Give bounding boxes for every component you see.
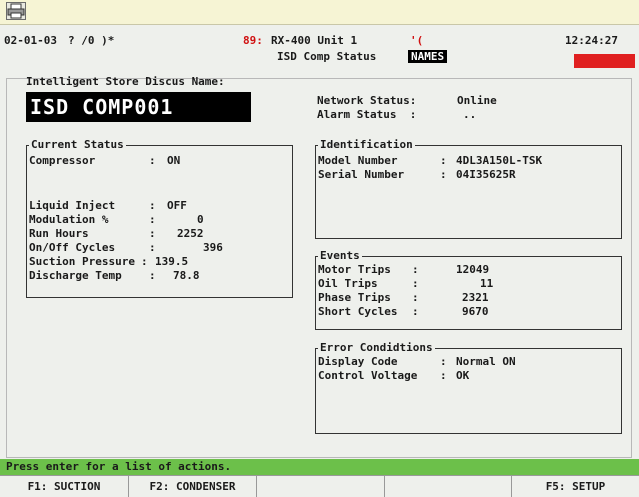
serial-number-value: 04I35625R xyxy=(456,168,516,181)
header-flags: ? /0 )* xyxy=(68,34,115,47)
on-off-cycles-sep: : xyxy=(149,241,156,254)
short-cycles-sep: : xyxy=(412,305,419,318)
control-voltage-value: OK xyxy=(456,369,470,382)
control-voltage-label: Control Voltage xyxy=(318,369,418,382)
short-cycles-label: Short Cycles xyxy=(318,305,398,318)
run-hours-sep: : xyxy=(149,227,156,240)
names-badge[interactable]: NAMES xyxy=(408,50,448,63)
printer-icon[interactable] xyxy=(6,2,26,20)
current-status-panel: Current Status Compressor : ON Liquid In… xyxy=(26,138,293,298)
signal-indicator: '( xyxy=(410,34,424,47)
error-conditions-panel: Error Condidtions Display Code : Normal … xyxy=(315,341,622,434)
store-name-field[interactable]: ISD COMP001 xyxy=(26,92,251,122)
display-code-sep: : xyxy=(440,355,447,368)
display-code-value: Normal ON xyxy=(456,355,516,368)
model-number-sep: : xyxy=(440,154,447,167)
phase-trips-sep: : xyxy=(412,291,419,304)
oil-trips-label: Oil Trips xyxy=(318,277,378,290)
compressor-label: Compressor xyxy=(29,154,96,167)
short-cycles-value: 9670 xyxy=(462,305,489,318)
f3-button[interactable] xyxy=(257,476,385,497)
status-bar: Press enter for a list of actions. xyxy=(0,459,639,475)
model-number-value: 4DL3A150L-TSK xyxy=(456,154,543,167)
store-name-label: Intelligent Store Discus Name: xyxy=(26,75,225,88)
controller-id: 89: xyxy=(243,34,263,47)
alarm-indicator xyxy=(574,54,635,68)
error-conditions-title: Error Condidtions xyxy=(318,341,435,354)
modulation-sep: : xyxy=(149,213,156,226)
screen-title: ISD Comp Status xyxy=(277,50,377,63)
identification-title: Identification xyxy=(318,138,415,151)
discharge-temp-value: 78.8 xyxy=(173,269,200,282)
compressor-sep: : xyxy=(149,154,156,167)
f1-suction-button[interactable]: F1: SUCTION xyxy=(0,476,129,497)
liquid-inject-value: OFF xyxy=(167,199,187,212)
identification-panel: Identification Model Number : 4DL3A150L-… xyxy=(315,138,622,239)
motor-trips-value: 12049 xyxy=(456,263,490,276)
f4-button[interactable] xyxy=(385,476,512,497)
events-title: Events xyxy=(318,249,362,262)
phase-trips-label: Phase Trips xyxy=(318,291,391,304)
alarm-status-label: Alarm Status : xyxy=(317,108,417,121)
run-hours-label: Run Hours xyxy=(29,227,89,240)
oil-trips-value: 11 xyxy=(480,277,494,290)
network-status-label: Network Status: xyxy=(317,94,417,107)
toolbar xyxy=(0,0,639,25)
run-hours-value: 2252 xyxy=(177,227,204,240)
f2-condenser-button[interactable]: F2: CONDENSER xyxy=(129,476,257,497)
phase-trips-value: 2321 xyxy=(462,291,489,304)
modulation-value: 0 xyxy=(197,213,204,226)
display-code-label: Display Code xyxy=(318,355,398,368)
discharge-temp-label: Discharge Temp xyxy=(29,269,122,282)
events-panel: Events Motor Trips : 12049 Oil Trips : 1… xyxy=(315,249,622,330)
suction-pressure-label: Suction Pressure xyxy=(29,255,135,268)
serial-number-label: Serial Number xyxy=(318,168,405,181)
suction-pressure-value: 139.5 xyxy=(155,255,189,268)
motor-trips-label: Motor Trips xyxy=(318,263,391,276)
on-off-cycles-label: On/Off Cycles xyxy=(29,241,116,254)
model-number-label: Model Number xyxy=(318,154,398,167)
compressor-value: ON xyxy=(167,154,181,167)
controller-name: RX-400 Unit 1 xyxy=(271,34,358,47)
modulation-label: Modulation % xyxy=(29,213,109,226)
suction-pressure-sep: : xyxy=(141,255,148,268)
f5-setup-button[interactable]: F5: SETUP xyxy=(512,476,639,497)
on-off-cycles-value: 396 xyxy=(203,241,223,254)
liquid-inject-label: Liquid Inject xyxy=(29,199,116,212)
oil-trips-sep: : xyxy=(412,277,419,290)
motor-trips-sep: : xyxy=(412,263,419,276)
alarm-status-value: .. xyxy=(463,108,477,121)
serial-number-sep: : xyxy=(440,168,447,181)
header: 02-01-03 ? /0 )* 89: RX-400 Unit 1 '( 12… xyxy=(0,26,639,70)
network-status-value: Online xyxy=(457,94,497,107)
current-status-title: Current Status xyxy=(29,138,126,151)
discharge-temp-sep: : xyxy=(149,269,156,282)
header-date: 02-01-03 xyxy=(4,34,57,47)
clock: 12:24:27 xyxy=(565,34,618,47)
control-voltage-sep: : xyxy=(440,369,447,382)
liquid-inject-sep: : xyxy=(149,199,156,212)
function-key-bar: F1: SUCTION F2: CONDENSER F5: SETUP xyxy=(0,475,639,497)
